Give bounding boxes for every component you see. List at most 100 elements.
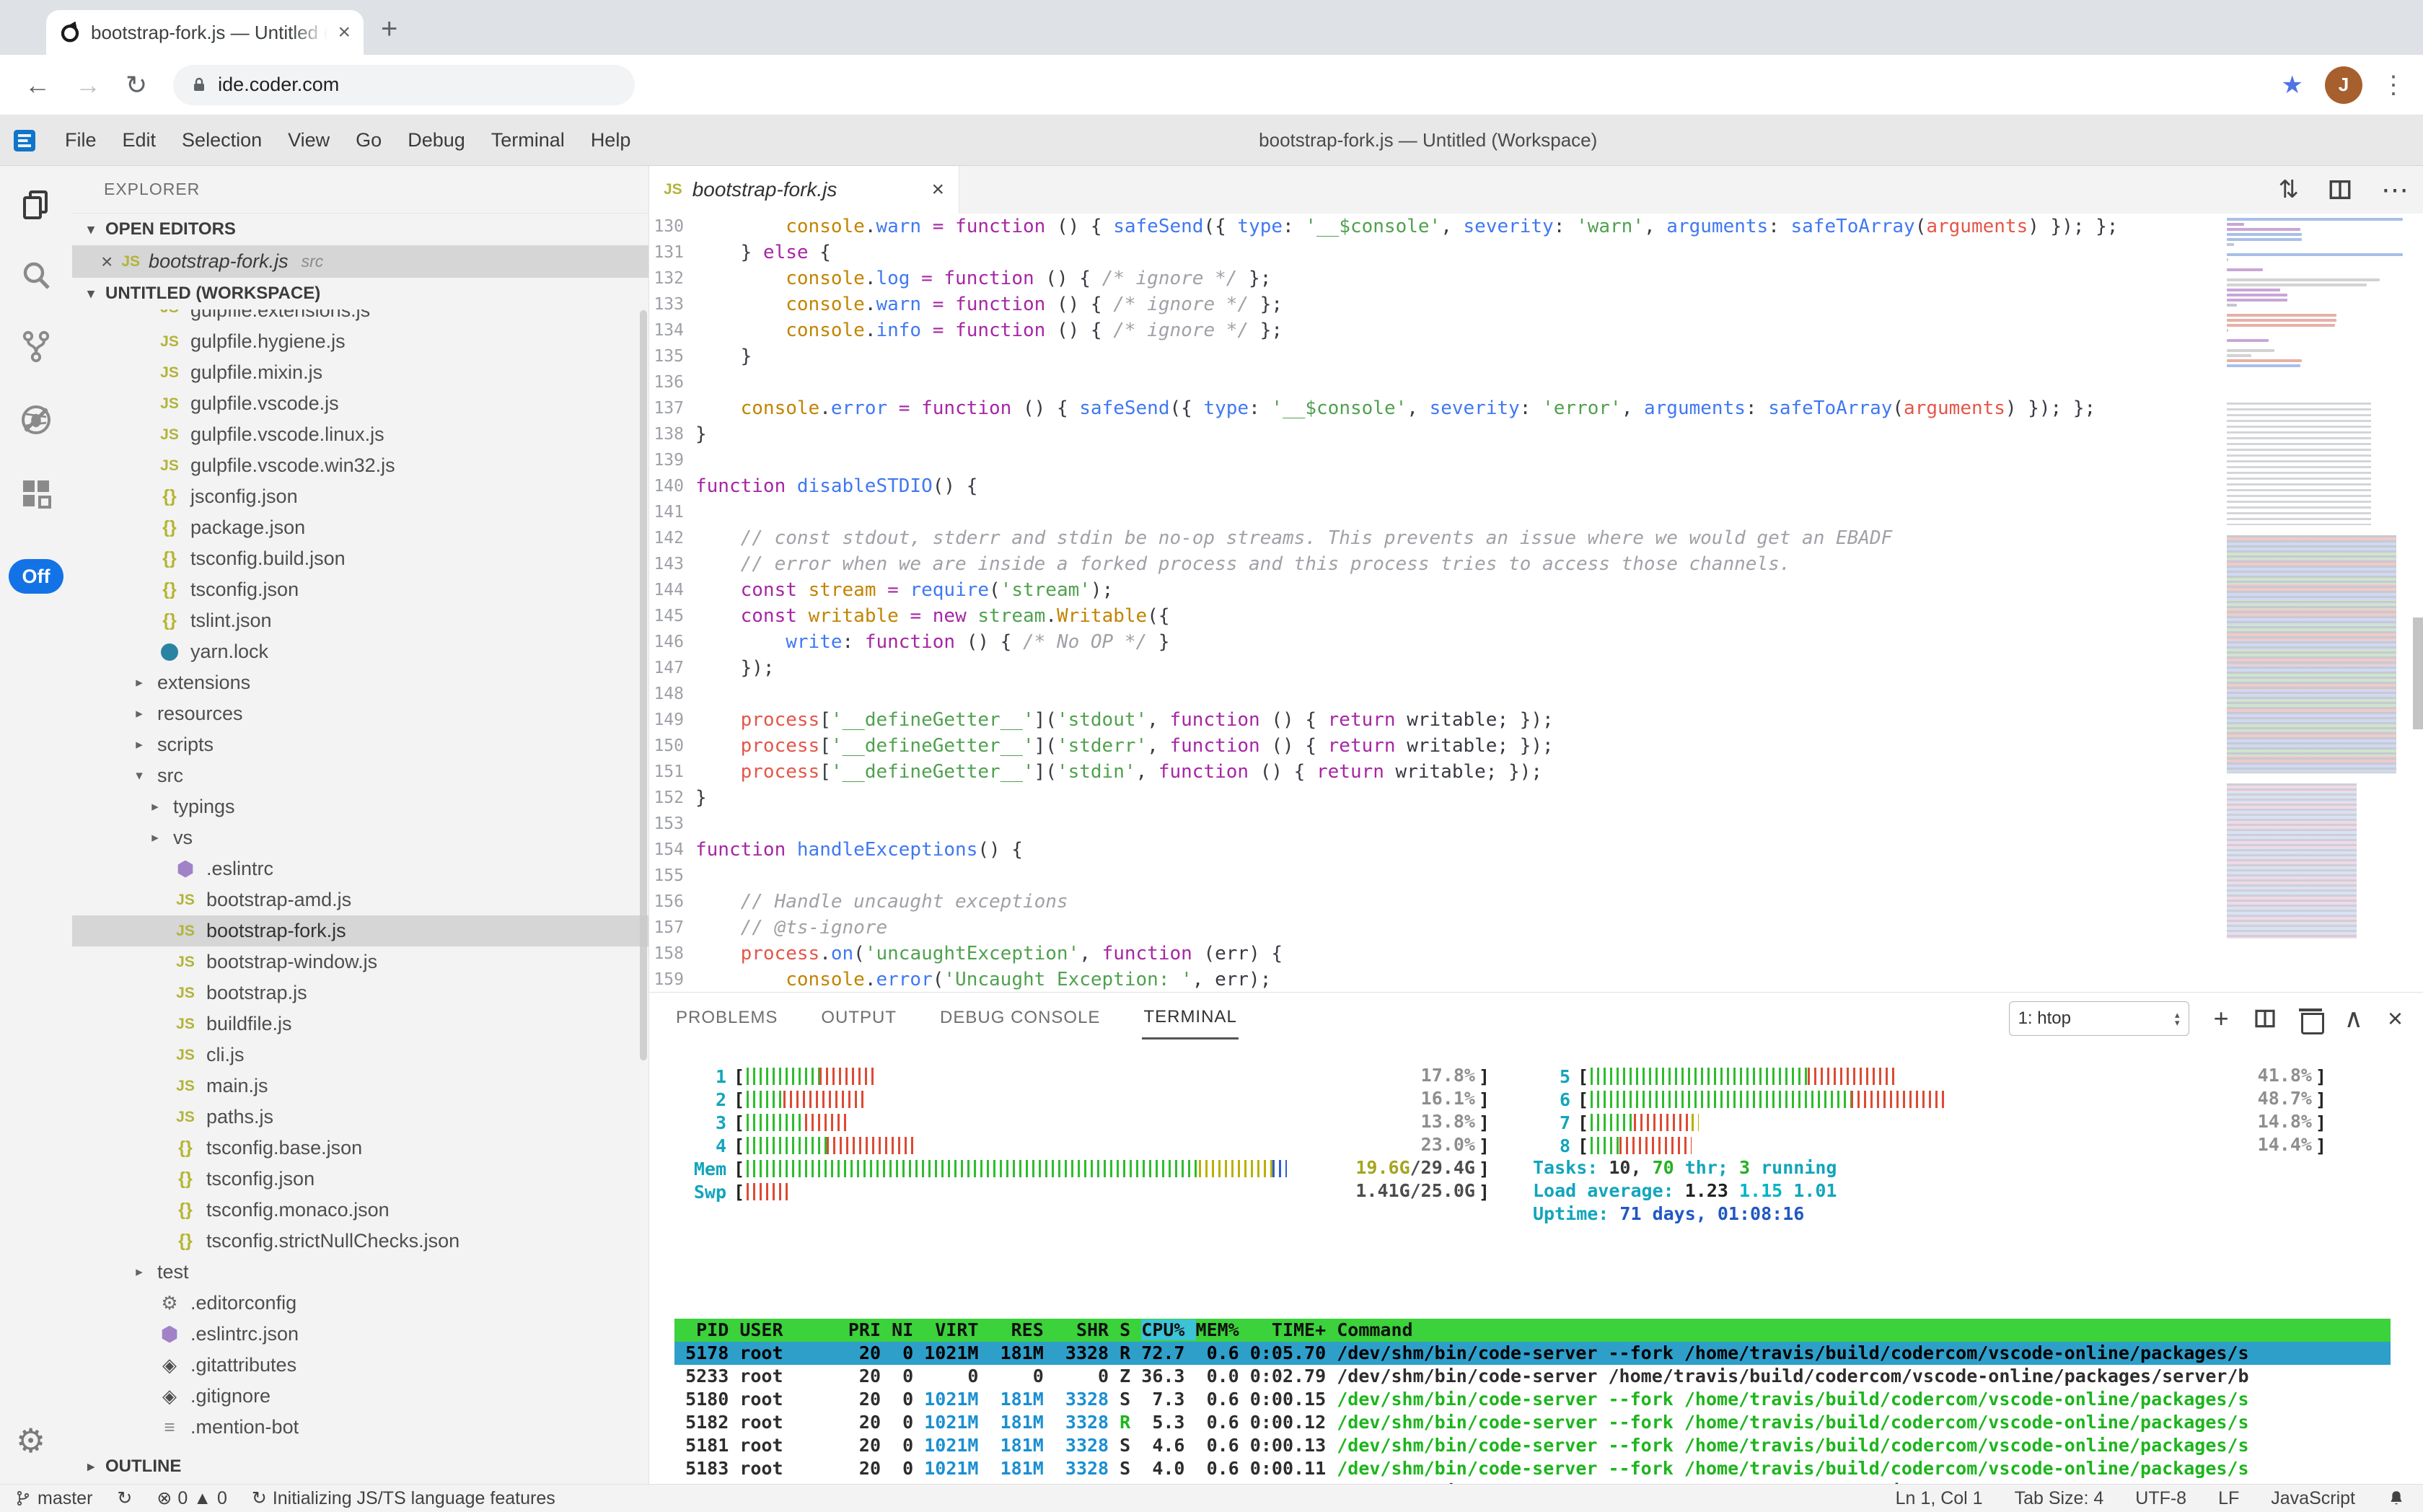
tree-item-bootstrap.js[interactable]: JSbootstrap.js xyxy=(72,977,648,1008)
telemetry-off-badge[interactable]: Off xyxy=(9,559,63,594)
tree-item-vs[interactable]: ▸vs xyxy=(72,822,648,853)
more-actions-icon[interactable]: ⋯ xyxy=(2381,174,2409,206)
code-line-143[interactable]: 143 // error when we are inside a forked… xyxy=(649,551,2218,577)
url-bar[interactable]: ide.coder.com xyxy=(173,65,635,105)
close-icon[interactable]: × xyxy=(101,250,113,273)
menu-view[interactable]: View xyxy=(275,129,343,151)
panel-tab-problems[interactable]: PROBLEMS xyxy=(674,998,779,1038)
tree-item-tslint.json[interactable]: {}tslint.json xyxy=(72,605,648,636)
tree-item-gulpfile.vscode.win32.js[interactable]: JSgulpfile.vscode.win32.js xyxy=(72,450,648,481)
tree-item-test[interactable]: ▸test xyxy=(72,1257,648,1288)
menu-selection[interactable]: Selection xyxy=(169,129,275,151)
new-terminal-icon[interactable]: + xyxy=(2214,1006,2229,1032)
split-terminal-icon[interactable] xyxy=(2253,1007,2277,1030)
close-panel-icon[interactable]: × xyxy=(2388,1006,2403,1032)
code-line-158[interactable]: 158 process.on('uncaughtException', func… xyxy=(649,941,2218,967)
scrollbar-thumb[interactable] xyxy=(2413,617,2423,729)
terminal[interactable]: 1[17.8%]2[16.1%]3[13.8%]4[23.0%]Mem[19.6… xyxy=(674,1065,2391,1484)
tree-item-package.json[interactable]: {}package.json xyxy=(72,512,648,543)
tree-item-cli.js[interactable]: JScli.js xyxy=(72,1040,648,1071)
tree-item-jsconfig.json[interactable]: {}jsconfig.json xyxy=(72,481,648,512)
settings-gear-icon[interactable]: ⚙ xyxy=(16,1421,45,1460)
status-lf[interactable]: LF xyxy=(2218,1488,2239,1509)
split-editor-icon[interactable] xyxy=(2328,177,2352,202)
tree-item-scripts[interactable]: ▸scripts xyxy=(72,729,648,760)
code-line-145[interactable]: 145 const writable = new stream.Writable… xyxy=(649,603,2218,629)
maximize-panel-icon[interactable]: ∧ xyxy=(2344,1006,2363,1032)
tree-item-.gitattributes[interactable]: ◈.gitattributes xyxy=(72,1350,648,1381)
panel-tab-terminal[interactable]: TERMINAL xyxy=(1142,997,1238,1040)
code-line-134[interactable]: 134 console.info = function () { /* igno… xyxy=(649,317,2218,343)
browser-avatar[interactable]: J xyxy=(2325,66,2362,104)
tree-item-bootstrap-amd.js[interactable]: JSbootstrap-amd.js xyxy=(72,884,648,915)
tree-item-extensions[interactable]: ▸extensions xyxy=(72,667,648,698)
menu-go[interactable]: Go xyxy=(343,129,395,151)
tree-item-gulpfile.vscode.linux.js[interactable]: JSgulpfile.vscode.linux.js xyxy=(72,419,648,450)
search-icon[interactable] xyxy=(19,258,53,293)
browser-menu-icon[interactable]: ⋮ xyxy=(2381,71,2407,100)
menu-file[interactable]: File xyxy=(52,129,110,151)
source-control-icon[interactable] xyxy=(19,329,53,364)
sync-editors-icon[interactable]: ⇅ xyxy=(2279,175,2300,204)
code-line-148[interactable]: 148 xyxy=(649,681,2218,707)
code-line-146[interactable]: 146 write: function () { /* No OP */ } xyxy=(649,629,2218,655)
code-line-155[interactable]: 155 xyxy=(649,863,2218,889)
menu-edit[interactable]: Edit xyxy=(110,129,170,151)
code-line-144[interactable]: 144 const stream = require('stream'); xyxy=(649,577,2218,603)
tree-item-paths.js[interactable]: JSpaths.js xyxy=(72,1102,648,1133)
problems-indicator[interactable]: ⊗ 0 ▲ 0 xyxy=(157,1487,227,1509)
tree-item-gulpfile.hygiene.js[interactable]: JSgulpfile.hygiene.js xyxy=(72,326,648,357)
explorer-icon[interactable] xyxy=(19,188,53,222)
code-line-153[interactable]: 153 xyxy=(649,811,2218,837)
editor-tab-close-icon[interactable]: × xyxy=(931,177,944,202)
editor-scrollbar[interactable] xyxy=(2413,214,2423,992)
tree-item-tsconfig.json[interactable]: {}tsconfig.json xyxy=(72,1164,648,1195)
code-line-156[interactable]: 156 // Handle uncaught exceptions xyxy=(649,889,2218,915)
code-line-157[interactable]: 157 // @ts-ignore xyxy=(649,915,2218,941)
code-line-159[interactable]: 159 console.error('Uncaught Exception: '… xyxy=(649,967,2218,992)
status-utf-8[interactable]: UTF-8 xyxy=(2135,1488,2186,1509)
tree-item-tsconfig.json[interactable]: {}tsconfig.json xyxy=(72,574,648,605)
code-line-130[interactable]: 130 console.warn = function () { safeSen… xyxy=(649,214,2218,239)
bookmark-star-icon[interactable]: ★ xyxy=(2282,71,2303,100)
code-line-142[interactable]: 142 // const stdout, stderr and stdin be… xyxy=(649,525,2218,551)
tree-item-bootstrap-fork.js[interactable]: JSbootstrap-fork.js xyxy=(72,915,648,946)
code-line-140[interactable]: 140function disableSTDIO() { xyxy=(649,473,2218,499)
tree-item-main.js[interactable]: JSmain.js xyxy=(72,1071,648,1102)
forward-icon[interactable]: → xyxy=(75,70,101,100)
terminal-select[interactable]: 1: htop ▴▾ xyxy=(2009,1001,2189,1036)
code-line-150[interactable]: 150 process['__defineGetter__']('stderr'… xyxy=(649,733,2218,759)
tree-item-bootstrap-window.js[interactable]: JSbootstrap-window.js xyxy=(72,946,648,977)
open-editors-header[interactable]: ▾ OPEN EDITORS xyxy=(72,214,648,245)
bell-icon[interactable] xyxy=(2387,1489,2406,1508)
tree-item-yarn.lock[interactable]: yarn.lock xyxy=(72,636,648,667)
debug-disabled-icon[interactable] xyxy=(19,403,53,437)
code-line-147[interactable]: 147 }); xyxy=(649,655,2218,681)
code-line-151[interactable]: 151 process['__defineGetter__']('stdin',… xyxy=(649,759,2218,785)
panel-tab-output[interactable]: OUTPUT xyxy=(819,998,898,1038)
menu-help[interactable]: Help xyxy=(578,129,644,151)
tree-item-gulpfile.extensions.js[interactable]: JSgulpfile.extensions.js xyxy=(72,309,648,326)
panel-tab-debug-console[interactable]: DEBUG CONSOLE xyxy=(938,998,1101,1038)
sidebar-scrollbar[interactable] xyxy=(640,310,647,1060)
menu-terminal[interactable]: Terminal xyxy=(478,129,578,151)
tree-item-src[interactable]: ▾src xyxy=(72,760,648,791)
code-line-154[interactable]: 154function handleExceptions() { xyxy=(649,837,2218,863)
code-line-132[interactable]: 132 console.log = function () { /* ignor… xyxy=(649,265,2218,291)
tree-item-.eslintrc.json[interactable]: .eslintrc.json xyxy=(72,1319,648,1350)
tree-item-gulpfile.vscode.js[interactable]: JSgulpfile.vscode.js xyxy=(72,388,648,419)
menu-debug[interactable]: Debug xyxy=(395,129,478,151)
new-tab-button[interactable]: + xyxy=(381,13,397,45)
tree-item-.editorconfig[interactable]: ⚙.editorconfig xyxy=(72,1288,648,1319)
tree-item-tsconfig.build.json[interactable]: {}tsconfig.build.json xyxy=(72,543,648,574)
status-ln-1-col-1[interactable]: Ln 1, Col 1 xyxy=(1896,1488,1983,1509)
back-icon[interactable]: ← xyxy=(25,70,50,100)
code-line-138[interactable]: 138} xyxy=(649,421,2218,447)
tree-item-tsconfig.base.json[interactable]: {}tsconfig.base.json xyxy=(72,1133,648,1164)
tree-item-buildfile.js[interactable]: JSbuildfile.js xyxy=(72,1008,648,1040)
tree-item-gulpfile.mixin.js[interactable]: JSgulpfile.mixin.js xyxy=(72,357,648,388)
tree-item-resources[interactable]: ▸resources xyxy=(72,698,648,729)
status-tab-size-4[interactable]: Tab Size: 4 xyxy=(2015,1488,2104,1509)
tree-item-tsconfig.strictNullChecks.json[interactable]: {}tsconfig.strictNullChecks.json xyxy=(72,1226,648,1257)
outline-header[interactable]: ▸ OUTLINE xyxy=(72,1451,648,1482)
